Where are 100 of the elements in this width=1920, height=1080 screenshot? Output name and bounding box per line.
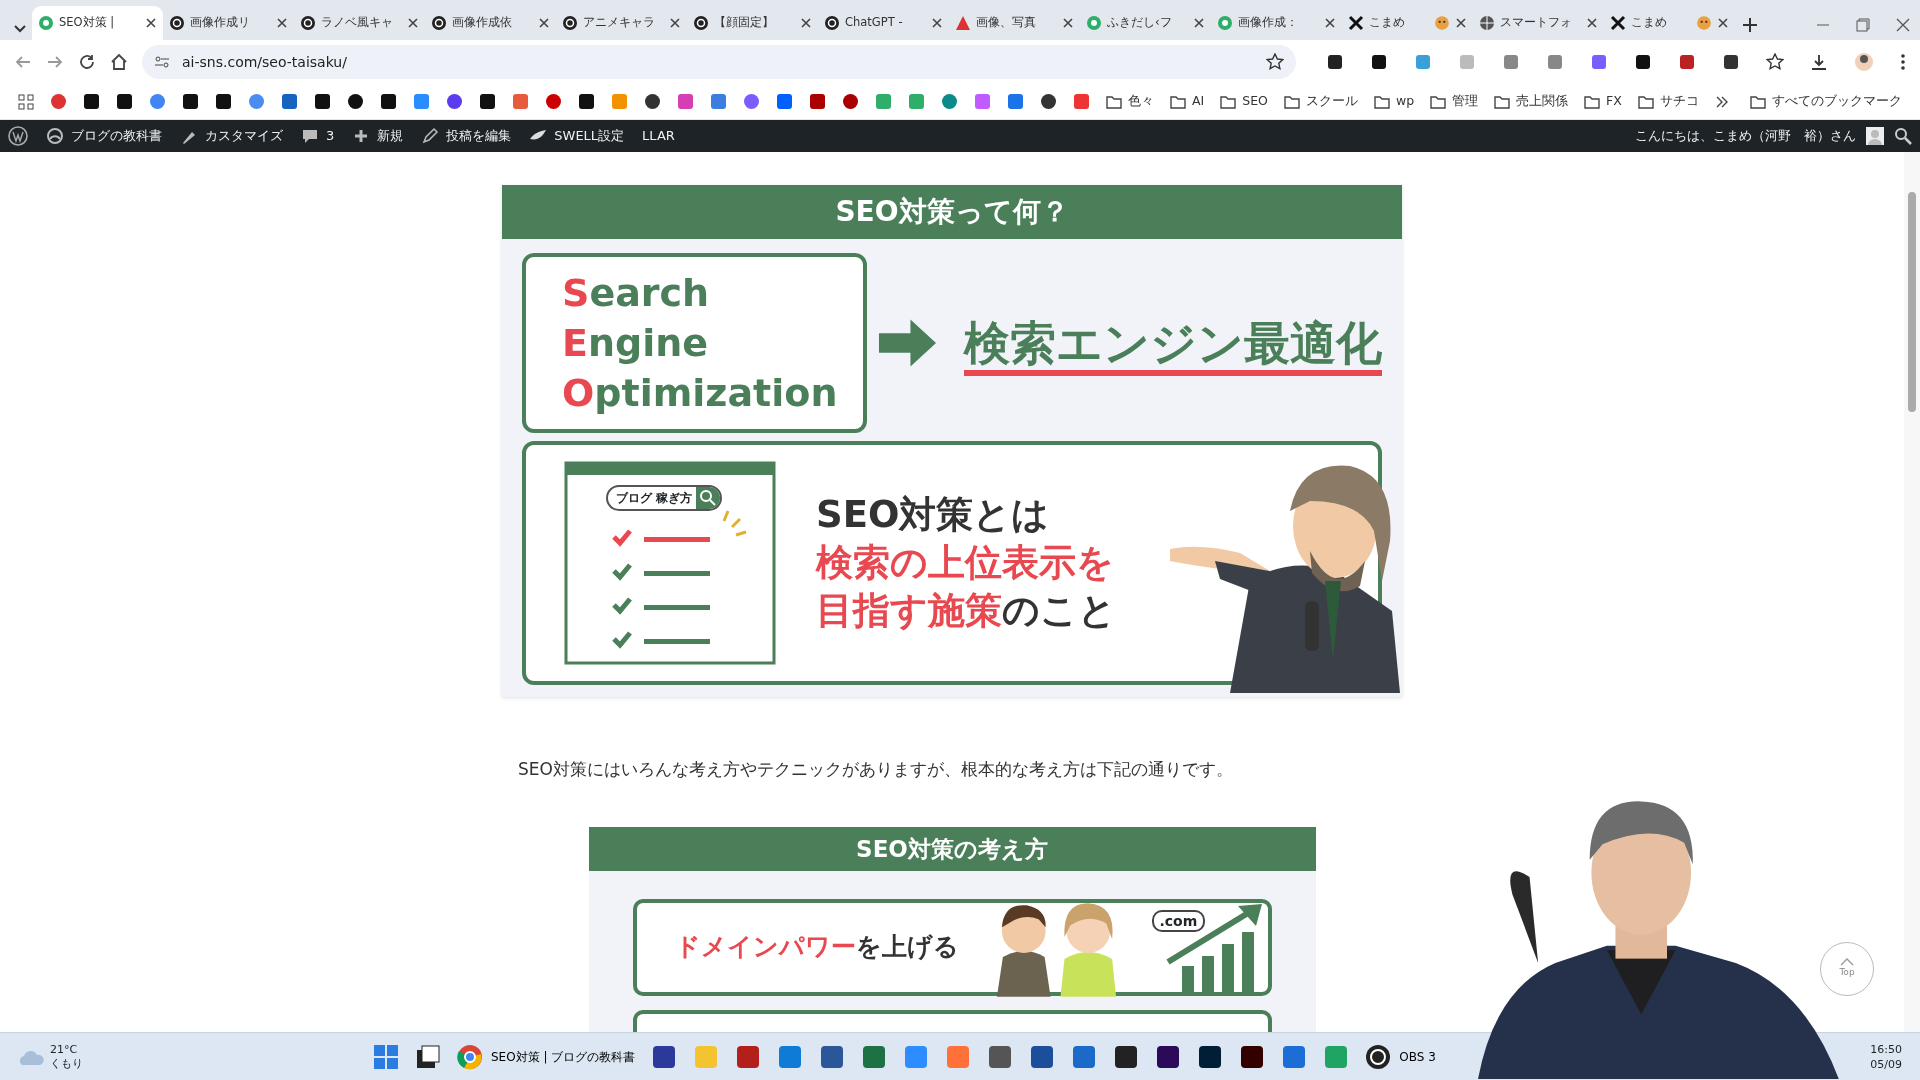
bookmark-icon[interactable] [446, 93, 463, 110]
close-icon[interactable] [1193, 17, 1205, 29]
bookmarks-star-icon[interactable] [1766, 53, 1784, 71]
app-icon[interactable] [1029, 1043, 1056, 1070]
bookmark-icon[interactable] [644, 93, 661, 110]
close-icon[interactable] [1586, 17, 1598, 29]
avatar-icon[interactable] [1854, 52, 1874, 72]
admin-bar-item[interactable]: LLAR [642, 126, 675, 146]
extension-icon[interactable] [1370, 53, 1388, 71]
browser-tab[interactable]: 画像作成： [1211, 6, 1342, 40]
app-icon[interactable] [987, 1043, 1014, 1070]
bookmark-folder[interactable]: 管理 [1430, 92, 1479, 111]
taskbar-app[interactable]: OBS 3 [1365, 1043, 1436, 1070]
clock-date[interactable]: 05/09 [1870, 1056, 1902, 1072]
bookmark-icon[interactable] [1040, 93, 1057, 110]
app-icon[interactable] [1155, 1043, 1182, 1070]
close-icon[interactable] [1896, 18, 1910, 32]
browser-tab[interactable]: 画像作成リ [163, 6, 294, 40]
body-paragraph: SEO対策にはいろんな考え方やテクニックがありますが、根本的な考え方は下記の通りです。 [517, 758, 1234, 781]
extension-icon[interactable] [1326, 53, 1344, 71]
close-icon[interactable] [669, 17, 681, 29]
close-icon[interactable] [1717, 17, 1729, 29]
download-icon[interactable] [1810, 53, 1828, 71]
close-icon[interactable] [931, 17, 943, 29]
admin-bar-item[interactable]: 新規 [352, 126, 404, 146]
admin-bar-item[interactable]: 3 [301, 126, 335, 146]
apps-icon[interactable] [18, 93, 34, 110]
more-icon[interactable] [1714, 94, 1729, 109]
start-icon[interactable] [373, 1043, 399, 1070]
close-icon[interactable] [800, 17, 812, 29]
admin-bar-item[interactable]: ブログの教科書 [46, 126, 162, 146]
back-to-top-button[interactable]: Top [1820, 942, 1874, 996]
bookmark-icon[interactable] [347, 93, 364, 110]
home-icon[interactable] [110, 53, 128, 71]
scrollbar[interactable] [1904, 152, 1920, 1032]
bookmark-folder[interactable]: wp [1373, 92, 1415, 111]
close-icon[interactable] [1455, 17, 1467, 29]
bookmark-icon[interactable] [842, 93, 859, 110]
admin-bar-item[interactable]: 投稿を編集 [421, 126, 512, 146]
browser-tab[interactable]: ふきだし‹フ [1080, 6, 1211, 40]
menu-icon[interactable] [1900, 53, 1906, 71]
extension-icon[interactable] [1634, 53, 1652, 71]
reload-icon[interactable] [78, 53, 96, 71]
bookmark-icon[interactable] [116, 93, 133, 110]
folder-icon [1220, 93, 1237, 110]
browser-tab[interactable]: こまめ [1604, 6, 1735, 40]
bookmark-icon[interactable] [83, 93, 100, 110]
bookmark-icon[interactable] [314, 93, 331, 110]
bookmark-folder[interactable]: サチコ [1637, 92, 1699, 111]
app-icon[interactable] [1197, 1043, 1224, 1070]
taskbar-app[interactable]: SEO対策 | ブログの教科書 [457, 1043, 636, 1070]
close-icon[interactable] [145, 17, 157, 29]
task-view-icon[interactable] [415, 1043, 441, 1070]
extension-icon[interactable] [1722, 53, 1740, 71]
browser-tab[interactable]: ChatGPT - [818, 6, 949, 40]
bookmark-folder[interactable]: 色々 [1106, 92, 1154, 111]
search-icon[interactable] [1894, 127, 1912, 145]
browser-tab[interactable]: 画像、写真 [949, 6, 1080, 40]
bookmark-icon[interactable] [809, 93, 826, 110]
browser-tab[interactable]: アニメキャラ [556, 6, 687, 40]
browser-tab[interactable]: 【顔固定】 [687, 6, 818, 40]
app-icon[interactable] [1113, 1043, 1140, 1070]
wordpress-logo-icon[interactable] [8, 126, 28, 146]
admin-bar-item[interactable]: カスタマイズ [180, 126, 283, 146]
bookmark-folder[interactable]: FX [1584, 92, 1622, 111]
bookmark-folder[interactable]: スクール [1283, 92, 1358, 111]
app-icon[interactable] [651, 1043, 678, 1070]
bookmark-icon[interactable] [479, 93, 496, 110]
meaning-text: 検索エンジン最適化 [964, 316, 1382, 376]
close-icon[interactable] [1062, 17, 1074, 29]
close-icon[interactable] [1324, 17, 1336, 29]
close-icon[interactable] [538, 17, 550, 29]
bookmark-icon[interactable] [380, 93, 397, 110]
browser-tab[interactable]: 画像作成依 [425, 6, 556, 40]
close-icon[interactable] [276, 17, 288, 29]
site-info-icon[interactable] [154, 54, 170, 70]
bookmark-folder[interactable]: 売上関係 [1494, 92, 1569, 111]
bookmark-folder[interactable]: すべてのブックマーク [1750, 92, 1902, 111]
browser-tab[interactable]: スマートフォ [1473, 6, 1604, 40]
address-bar[interactable]: ai-sns.com/seo-taisaku/ [142, 45, 1296, 79]
bookmark-folder[interactable]: SEO [1220, 92, 1268, 111]
browser-tab[interactable]: こまめ [1342, 6, 1473, 40]
close-icon[interactable] [407, 17, 419, 29]
restore-icon[interactable] [1856, 18, 1870, 32]
greeting-text[interactable]: こんにちは、こまめ（河野 裕）さん [1635, 126, 1856, 146]
extension-icon[interactable] [1678, 53, 1696, 71]
scrollbar-thumb[interactable] [1908, 192, 1916, 412]
app-icon[interactable] [1239, 1043, 1266, 1070]
star-icon[interactable] [1266, 53, 1284, 71]
bookmark-icon[interactable] [215, 93, 232, 110]
definition-heading: SEO対策とは [816, 492, 1051, 538]
bookmark-icon[interactable] [182, 93, 199, 110]
infographic-title: SEO対策って何？ [502, 185, 1402, 239]
clock-time[interactable]: 16:50 [1870, 1041, 1902, 1057]
browser-tab[interactable]: SEO対策 | [32, 6, 163, 40]
folder-icon [1494, 93, 1511, 110]
bookmark-icon[interactable] [578, 93, 595, 110]
admin-bar-item[interactable]: SWELL設定 [529, 126, 625, 146]
browser-tab[interactable]: ラノベ風キャ [294, 6, 425, 40]
bookmark-folder[interactable]: AI [1170, 92, 1205, 111]
